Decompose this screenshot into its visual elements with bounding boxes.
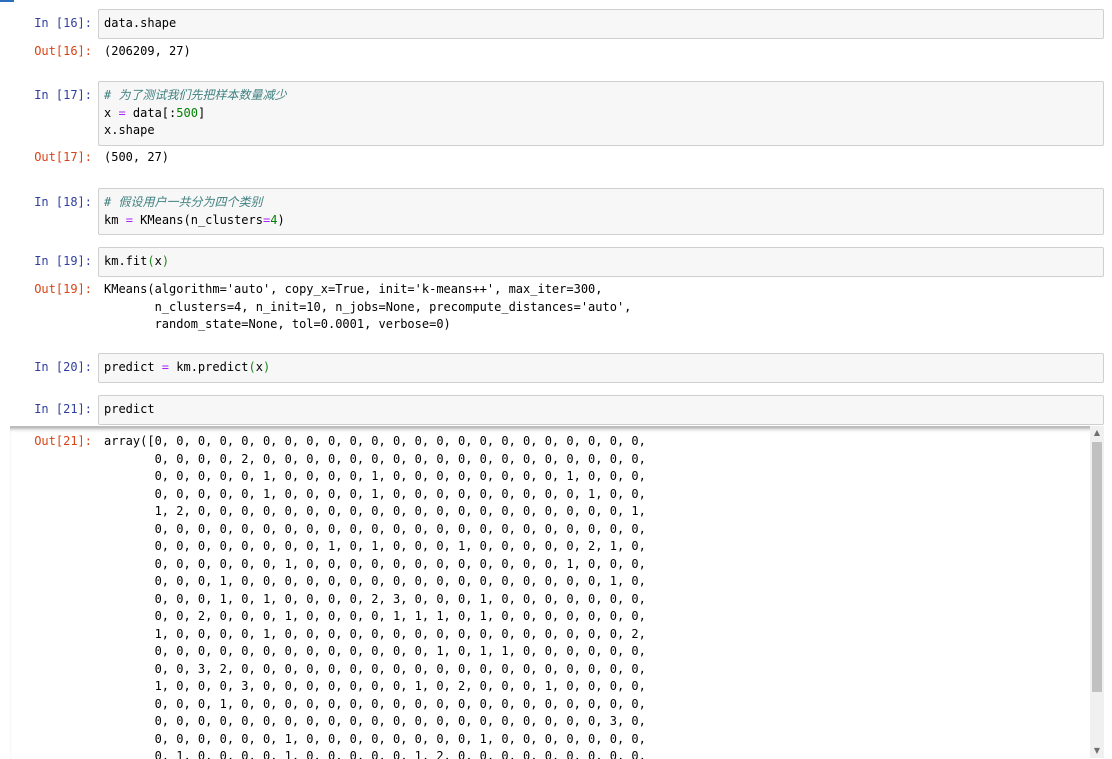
in-prompt: In [16]: — [34, 16, 92, 30]
code-token: = — [118, 105, 126, 120]
code-token: data.shape — [104, 16, 177, 30]
scrollbar-thumb[interactable] — [1092, 442, 1102, 692]
in-prompt: In [19]: — [34, 254, 92, 268]
code-token: x — [154, 254, 162, 268]
in-prompt: In [21]: — [34, 402, 92, 416]
scrolled-output-area[interactable]: Out[21]: array([0, 0, 0, 0, 0, 0, 0, 0, … — [10, 426, 1104, 759]
array-line: 1, 0, 0, 0, 0, 1, 0, 0, 0, 0, 0, 0, 0, 0… — [104, 626, 646, 641]
array-line: 0, 0, 3, 2, 0, 0, 0, 0, 0, 0, 0, 0, 0, 0… — [104, 661, 646, 676]
code-token: x — [255, 360, 263, 374]
array-line: 0, 0, 0, 0, 0, 0, 0, 0, 0, 0, 0, 0, 0, 0… — [104, 714, 646, 728]
code-line: predict = km.predict(x) — [104, 359, 1098, 377]
cell-output: (206209, 27) — [104, 43, 191, 61]
array-line: 0, 0, 0, 0, 0, 0, 0, 0, 0, 0, 0, 0, 0, 0… — [104, 521, 646, 536]
output-scrollbar[interactable]: ▲ ▼ — [1090, 426, 1104, 758]
code-line: data.shape — [104, 15, 1098, 33]
output-line: (206209, 27) — [104, 44, 191, 58]
out-prompt: Out[17]: — [34, 150, 92, 164]
code-cell-input[interactable]: # 假设用户一共分为四个类别 km = KMeans(n_clusters=4) — [98, 188, 1104, 235]
code-token: 500 — [176, 105, 198, 120]
output-line: KMeans(algorithm='auto', copy_x=True, in… — [104, 282, 603, 296]
code-token: # 假设用户一共分为四个类别 — [104, 195, 263, 209]
code-token: # 为了测试我们先把样本数量减少 — [104, 88, 287, 102]
code-line: km = KMeans(n_clusters=4) — [104, 212, 1098, 230]
cell-output: (500, 27) — [104, 149, 169, 167]
array-line: 1, 2, 0, 0, 0, 0, 0, 0, 0, 0, 0, 0, 0, 0… — [104, 504, 646, 518]
array-line: 0, 0, 0, 0, 0, 0, 1, 0, 0, 0, 0, 0, 0, 0… — [104, 556, 646, 571]
output-line: (500, 27) — [104, 150, 170, 164]
code-token: ) — [262, 360, 271, 374]
code-line: # 假设用户一共分为四个类别 — [104, 194, 1098, 212]
code-token: predict — [104, 402, 155, 416]
code-token: km.fit — [104, 254, 148, 268]
array-line: 0, 0, 0, 1, 0, 0, 0, 0, 0, 0, 0, 0, 0, 0… — [104, 574, 646, 588]
code-line: predict — [104, 401, 1098, 419]
code-line: x = data[:500] — [104, 105, 1098, 123]
array-line: array([0, 0, 0, 0, 0, 0, 0, 0, 0, 0, 0, … — [104, 434, 646, 448]
in-prompt: In [20]: — [34, 360, 92, 374]
code-token: = — [125, 212, 133, 227]
array-line: 0, 0, 0, 0, 0, 1, 0, 0, 0, 0, 1, 0, 0, 0… — [104, 469, 646, 483]
array-line: 0, 0, 0, 1, 0, 1, 0, 0, 0, 0, 2, 3, 0, 0… — [104, 591, 646, 606]
code-token: ) — [277, 212, 285, 227]
code-line: # 为了测试我们先把样本数量减少 — [104, 87, 1098, 105]
out-prompt: Out[21]: — [34, 434, 92, 448]
array-line: 0, 0, 0, 0, 0, 0, 0, 0, 0, 0, 0, 0, 0, 1… — [104, 644, 646, 658]
array-line: 0, 0, 2, 0, 0, 0, 1, 0, 0, 0, 0, 1, 1, 1… — [104, 609, 646, 623]
code-token: predict — [104, 360, 162, 374]
code-cell-input[interactable]: # 为了测试我们先把样本数量减少 x = data[:500] x.shape — [98, 81, 1104, 146]
out-prompt: Out[16]: — [34, 44, 92, 58]
code-cell-input[interactable]: predict — [98, 395, 1104, 425]
array-line: 0, 1, 0, 0, 0, 0, 1, 0, 0, 0, 0, 0, 1, 2… — [104, 749, 646, 759]
array-line: 0, 0, 0, 0, 0, 0, 1, 0, 0, 0, 0, 0, 0, 0… — [104, 731, 646, 746]
top-accent-line — [0, 0, 1112, 2]
array-output: array([0, 0, 0, 0, 0, 0, 0, 0, 0, 0, 0, … — [104, 433, 646, 759]
array-line: 1, 0, 0, 0, 3, 0, 0, 0, 0, 0, 0, 0, 1, 0… — [104, 679, 646, 693]
code-token: x — [104, 105, 119, 120]
code-cell-input[interactable]: km.fit(x) — [98, 247, 1104, 277]
output-line: random_state=None, tol=0.0001, verbose=0… — [104, 317, 451, 331]
code-token: data[: — [125, 105, 177, 120]
code-cell-input[interactable]: predict = km.predict(x) — [98, 353, 1104, 383]
code-token: ( — [248, 360, 256, 374]
array-line: 0, 0, 0, 0, 0, 1, 0, 0, 0, 0, 1, 0, 0, 0… — [104, 486, 646, 501]
output-line: n_clusters=4, n_init=10, n_jobs=None, pr… — [104, 299, 632, 314]
in-prompt: In [17]: — [34, 88, 92, 102]
code-token: ) — [161, 254, 170, 268]
out-prompt: Out[19]: — [34, 282, 92, 296]
code-token: km.predict — [169, 360, 249, 374]
code-token: = — [161, 360, 170, 374]
code-line: km.fit(x) — [104, 253, 1098, 271]
cell-output: KMeans(algorithm='auto', copy_x=True, in… — [104, 281, 631, 334]
scroll-down-arrow-icon[interactable]: ▼ — [1090, 744, 1104, 758]
code-token: x.shape — [104, 123, 155, 137]
array-line: 0, 0, 0, 1, 0, 0, 0, 0, 0, 0, 0, 0, 0, 0… — [104, 696, 646, 711]
code-line: x.shape — [104, 122, 1098, 140]
code-token: ( — [147, 254, 155, 268]
array-line: 0, 0, 0, 0, 0, 0, 0, 0, 1, 0, 1, 0, 0, 0… — [104, 539, 646, 553]
in-prompt: In [18]: — [34, 195, 92, 209]
code-token: KMeans(n_clusters — [132, 212, 263, 227]
code-cell-input[interactable]: data.shape — [98, 9, 1104, 39]
code-token: km — [104, 212, 126, 227]
scroll-up-arrow-icon[interactable]: ▲ — [1090, 426, 1104, 440]
code-token: ] — [197, 105, 206, 120]
array-line: 0, 0, 0, 0, 2, 0, 0, 0, 0, 0, 0, 0, 0, 0… — [104, 451, 646, 466]
